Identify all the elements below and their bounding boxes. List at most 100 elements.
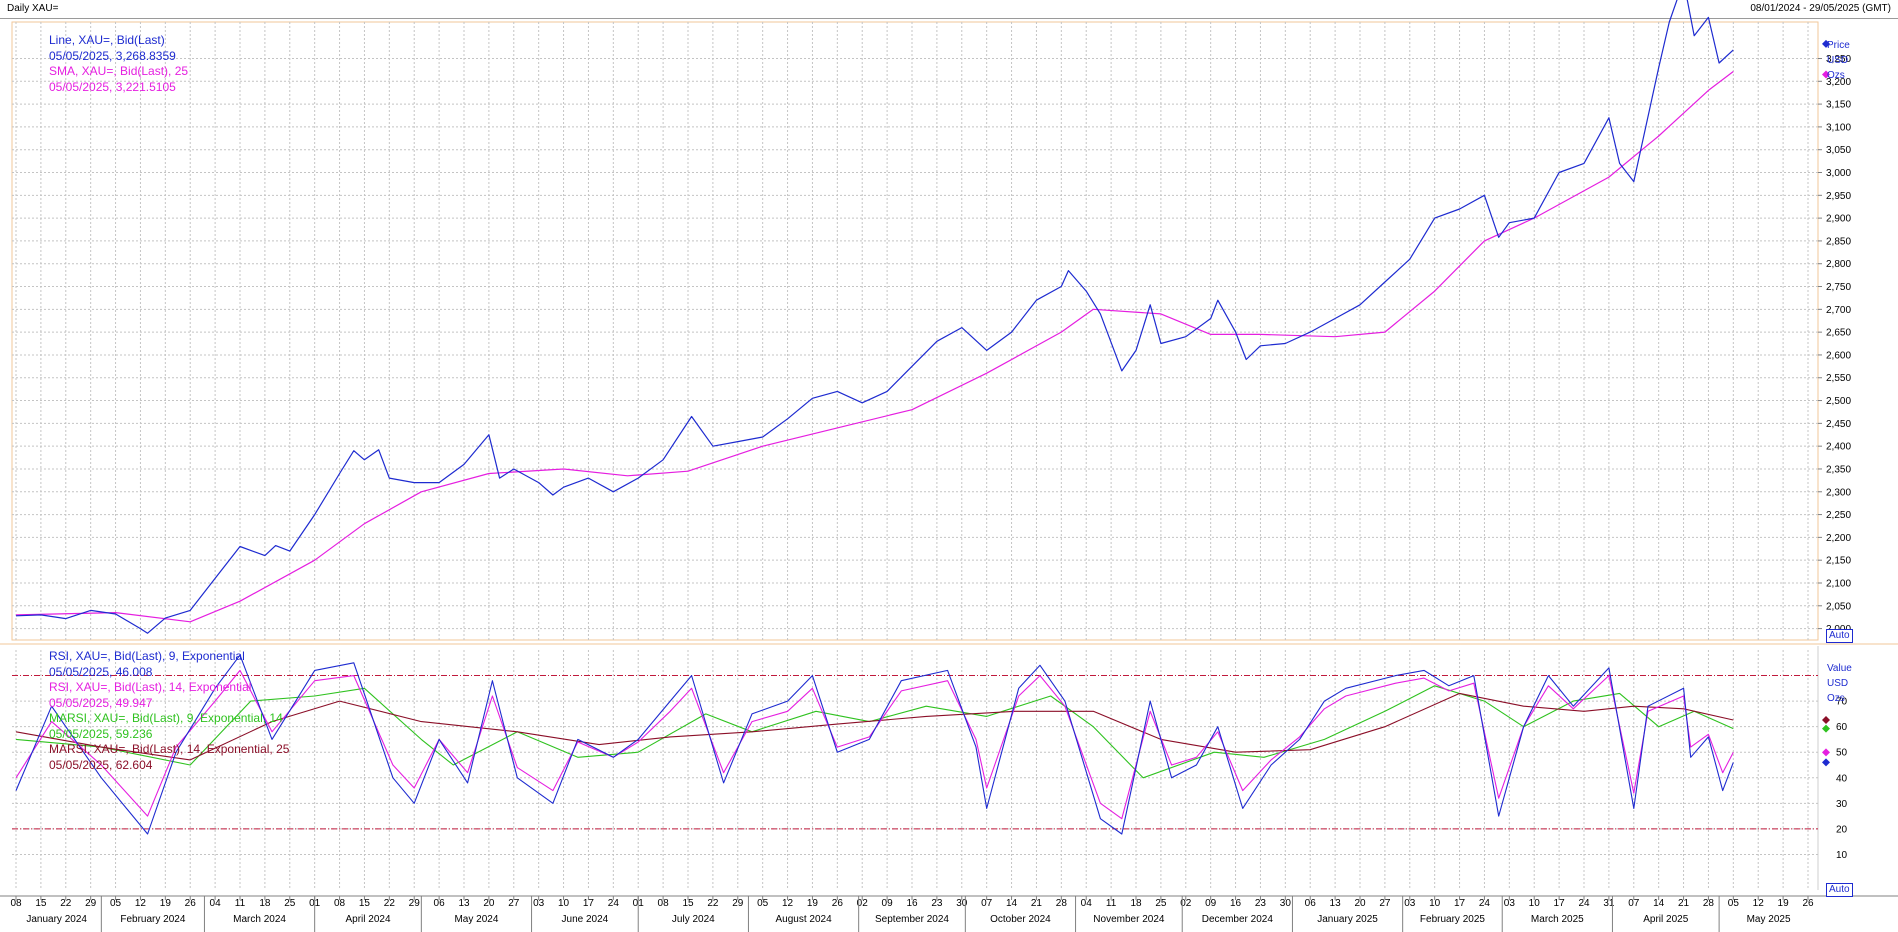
x-tick-label: 06 bbox=[1305, 898, 1317, 909]
x-tick-label: 12 bbox=[135, 898, 147, 909]
legend-entry: Line, XAU=, Bid(Last) bbox=[49, 33, 165, 47]
rsi-y-tick-label: 30 bbox=[1836, 799, 1848, 810]
price-y-tick-label: 2,700 bbox=[1826, 305, 1851, 316]
rsi-y-tick-label: 10 bbox=[1836, 850, 1848, 861]
legend-entry: 05/05/2025, 3,268.8359 bbox=[49, 48, 176, 63]
x-tick-label: 07 bbox=[1628, 898, 1640, 909]
chart-canvas: 08 15 22 29 05 12 19 26 04 11 18 25 01 08 15 22 29 06 13 20… bbox=[0, 0, 1898, 932]
price-y-tick-label: 2,250 bbox=[1826, 510, 1851, 521]
price-y-tick-label: 2,400 bbox=[1826, 442, 1851, 453]
x-tick-label: 13 bbox=[1330, 898, 1342, 909]
x-tick-label: 12 bbox=[1753, 898, 1765, 909]
month-label: July 2024 bbox=[672, 914, 715, 925]
legend-entry: SMA, XAU=, Bid(Last), 25 bbox=[49, 64, 189, 78]
rsi-last-marker bbox=[1822, 758, 1830, 767]
rsi-y-tick-label: 60 bbox=[1836, 722, 1848, 733]
x-tick-label: 24 bbox=[1479, 898, 1491, 909]
x-tick-label: 23 bbox=[931, 898, 943, 909]
rsi-unit-label: Value bbox=[1827, 663, 1852, 674]
x-tick-label: 19 bbox=[1778, 898, 1790, 909]
price-line bbox=[15, 0, 1734, 634]
price-y-tick-label: 2,500 bbox=[1826, 396, 1851, 407]
month-label: April 2024 bbox=[345, 914, 390, 925]
x-tick-label: 25 bbox=[1155, 898, 1167, 909]
x-tick-label: 26 bbox=[185, 898, 197, 909]
x-tick-label: 18 bbox=[1130, 898, 1142, 909]
price-unit-label: Price bbox=[1827, 40, 1850, 51]
x-tick-label: 14 bbox=[1653, 898, 1665, 909]
legend-entry: 05/05/2025, 3,221.5105 bbox=[49, 79, 176, 94]
price-y-tick-label: 2,100 bbox=[1826, 578, 1851, 589]
x-tick-label: 16 bbox=[906, 898, 918, 909]
price-auto-scale-button[interactable]: Auto bbox=[1826, 629, 1853, 643]
rsi-y-tick-label: 40 bbox=[1836, 773, 1848, 784]
x-tick-label: 19 bbox=[807, 898, 819, 909]
rsi-last-marker bbox=[1822, 716, 1830, 725]
x-tick-label: 17 bbox=[583, 898, 595, 909]
x-tick-label: 21 bbox=[1678, 898, 1690, 909]
x-tick-label: 29 bbox=[732, 898, 744, 909]
legend-entry: 05/05/2025, 59.236 bbox=[49, 726, 153, 741]
marsi-9-line bbox=[15, 685, 1734, 779]
price-y-tick-label: 2,900 bbox=[1826, 214, 1851, 225]
x-tick-label: 25 bbox=[284, 898, 296, 909]
legend-entry: RSI, XAU=, Bid(Last), 9, Exponential bbox=[49, 649, 245, 663]
price-y-tick-label: 2,600 bbox=[1826, 350, 1851, 361]
x-tick-label: 20 bbox=[1354, 898, 1366, 909]
price-y-tick-label: 2,050 bbox=[1826, 601, 1851, 612]
x-tick-label: 31 bbox=[1603, 898, 1615, 909]
x-tick-label: 22 bbox=[384, 898, 396, 909]
month-label: April 2025 bbox=[1643, 914, 1688, 925]
month-label: January 2025 bbox=[1317, 914, 1378, 925]
month-label: May 2024 bbox=[454, 914, 498, 925]
x-tick-label: 05 bbox=[1728, 898, 1740, 909]
rsi-y-tick-label: 50 bbox=[1836, 748, 1848, 759]
price-y-tick-label: 3,000 bbox=[1826, 168, 1851, 179]
rsi-last-marker bbox=[1822, 748, 1830, 757]
legend-entry: 05/05/2025, 62.604 bbox=[49, 757, 153, 772]
x-tick-label: 03 bbox=[1504, 898, 1516, 909]
x-tick-label: 06 bbox=[434, 898, 446, 909]
price-y-tick-label: 2,200 bbox=[1826, 533, 1851, 544]
month-label: January 2024 bbox=[26, 914, 87, 925]
month-label: May 2025 bbox=[1747, 914, 1791, 925]
price-y-tick-label: 3,050 bbox=[1826, 145, 1851, 156]
price-y-tick-label: 2,300 bbox=[1826, 487, 1851, 498]
price-y-tick-label: 2,450 bbox=[1826, 419, 1851, 430]
x-tick-label: 14 bbox=[1006, 898, 1018, 909]
rsi-last-marker bbox=[1822, 724, 1830, 733]
price-y-tick-label: 3,100 bbox=[1826, 122, 1851, 133]
x-tick-label: 23 bbox=[1255, 898, 1267, 909]
price-y-tick-label: 2,950 bbox=[1826, 191, 1851, 202]
price-weight-label: Ozs bbox=[1827, 70, 1845, 81]
x-tick-label: 08 bbox=[10, 898, 22, 909]
rsi-auto-scale-button[interactable]: Auto bbox=[1826, 883, 1853, 897]
rsi-currency-label: USD bbox=[1827, 678, 1849, 689]
x-tick-label: 05 bbox=[110, 898, 122, 909]
price-y-tick-label: 2,550 bbox=[1826, 373, 1851, 384]
x-tick-label: 03 bbox=[533, 898, 545, 909]
x-tick-label: 21 bbox=[1031, 898, 1043, 909]
month-label: November 2024 bbox=[1093, 914, 1165, 925]
month-label: February 2025 bbox=[1420, 914, 1485, 925]
month-label: February 2024 bbox=[120, 914, 185, 925]
month-label: March 2024 bbox=[233, 914, 286, 925]
x-tick-label: 24 bbox=[1578, 898, 1590, 909]
price-y-tick-label: 2,650 bbox=[1826, 328, 1851, 339]
month-label: August 2024 bbox=[775, 914, 832, 925]
legend-entry: RSI, XAU=, Bid(Last), 14, Exponential bbox=[49, 680, 252, 694]
month-label: October 2024 bbox=[990, 914, 1051, 925]
x-tick-label: 04 bbox=[210, 898, 222, 909]
x-tick-label: 08 bbox=[334, 898, 346, 909]
x-tick-label: 30 bbox=[1280, 898, 1292, 909]
price-y-tick-label: 3,150 bbox=[1826, 100, 1851, 111]
x-tick-label: 10 bbox=[1429, 898, 1441, 909]
legend-entry: 05/05/2025, 46.008 bbox=[49, 664, 153, 679]
x-tick-label: 11 bbox=[235, 898, 246, 909]
price-panel-frame bbox=[11, 21, 1819, 641]
x-tick-label: 19 bbox=[160, 898, 172, 909]
x-tick-label: 26 bbox=[1802, 898, 1814, 909]
x-tick-label: 09 bbox=[882, 898, 894, 909]
x-tick-label: 30 bbox=[956, 898, 968, 909]
rsi-weight-label: Ozs bbox=[1827, 693, 1845, 704]
